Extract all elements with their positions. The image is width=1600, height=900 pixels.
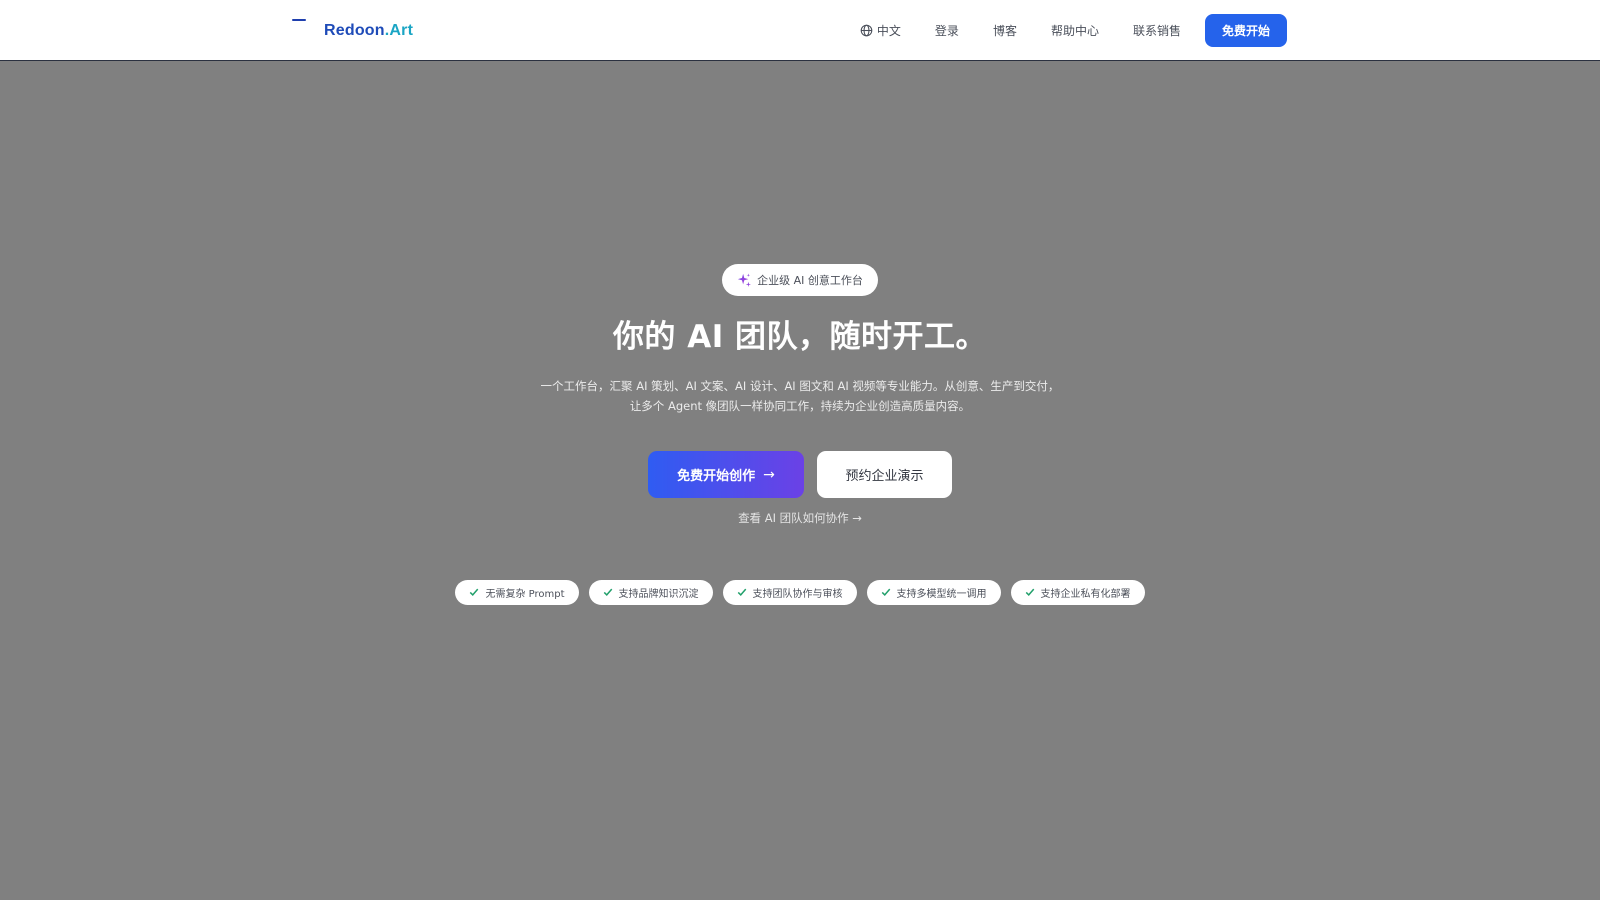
nav-help-center[interactable]: 帮助中心 xyxy=(1051,22,1099,39)
check-icon xyxy=(1025,588,1034,597)
how-it-works-link[interactable]: 查看 AI 团队如何协作 → xyxy=(738,511,862,525)
feature-chip-label: 无需复杂 Prompt xyxy=(485,588,565,600)
feature-chip: 支持团队协作与审核 xyxy=(722,579,857,605)
nav-login[interactable]: 登录 xyxy=(935,22,959,39)
top-navbar: Redoon .Art 中文 登录 博客 帮助中心 联系销售 免费开始 xyxy=(0,0,1600,61)
arrow-right-icon: → xyxy=(763,466,775,483)
brand-name-part1: Redoon xyxy=(324,22,385,39)
feature-chip-label: 支持品牌知识沉淀 xyxy=(618,588,699,600)
hero-badge: 企业级 AI 创意工作台 xyxy=(722,264,878,296)
nav-blog[interactable]: 博客 xyxy=(993,22,1017,39)
logo-mark-icon xyxy=(288,16,314,46)
start-creating-label: 免费开始创作 xyxy=(677,469,756,484)
hero-subtitle: 一个工作台，汇聚 AI 策划、AI 文案、AI 设计、AI 图文和 AI 视频等… xyxy=(0,376,1600,416)
nav-contact-sales[interactable]: 联系销售 xyxy=(1133,22,1181,39)
start-creating-button[interactable]: 免费开始创作 → xyxy=(648,451,804,498)
feature-chips: 无需复杂 Prompt 支持品牌知识沉淀 支持团队协作与审核 支持多模型统一调用… xyxy=(0,579,1600,605)
feature-chip-label: 支持多模型统一调用 xyxy=(896,588,987,600)
feature-chip: 支持企业私有化部署 xyxy=(1010,579,1145,605)
hero-badge-label: 企业级 AI 创意工作台 xyxy=(757,274,863,287)
brand-name-part2: .Art xyxy=(384,22,414,39)
start-free-button[interactable]: 免费开始 xyxy=(1204,14,1287,47)
language-label: 中文 xyxy=(876,24,901,38)
hero-title: 你的 AI 团队，随时开工。 xyxy=(612,319,988,355)
hero-section: 企业级 AI 创意工作台 你的 AI 团队，随时开工。 一个工作台，汇聚 AI … xyxy=(0,61,1600,900)
check-icon xyxy=(737,588,746,597)
feature-chip-label: 支持企业私有化部署 xyxy=(1040,588,1131,600)
feature-chip-label: 支持团队协作与审核 xyxy=(752,588,843,600)
feature-chip: 无需复杂 Prompt xyxy=(455,579,579,605)
feature-chip: 支持多模型统一调用 xyxy=(866,579,1001,605)
brand-name: Redoon .Art xyxy=(324,22,413,40)
check-icon xyxy=(470,588,479,597)
sparkle-icon xyxy=(737,273,752,287)
globe-icon xyxy=(860,24,873,37)
check-icon xyxy=(881,588,890,597)
book-demo-button[interactable]: 预约企业演示 xyxy=(817,451,952,498)
brand-logo[interactable]: Redoon .Art xyxy=(288,14,413,48)
hero-subtitle-line2: 让多个 Agent 像团队一样协同工作，持续为企业创造高质量内容。 xyxy=(629,399,971,413)
main-nav: 中文 登录 博客 帮助中心 联系销售 免费开始 xyxy=(860,14,1287,47)
feature-chip: 支持品牌知识沉淀 xyxy=(588,579,713,605)
how-it-works-link-row: 查看 AI 团队如何协作 → xyxy=(0,510,1600,526)
check-icon xyxy=(603,588,612,597)
language-switcher[interactable]: 中文 xyxy=(860,22,901,39)
hero-subtitle-line1: 一个工作台，汇聚 AI 策划、AI 文案、AI 设计、AI 图文和 AI 视频等… xyxy=(540,379,1060,393)
